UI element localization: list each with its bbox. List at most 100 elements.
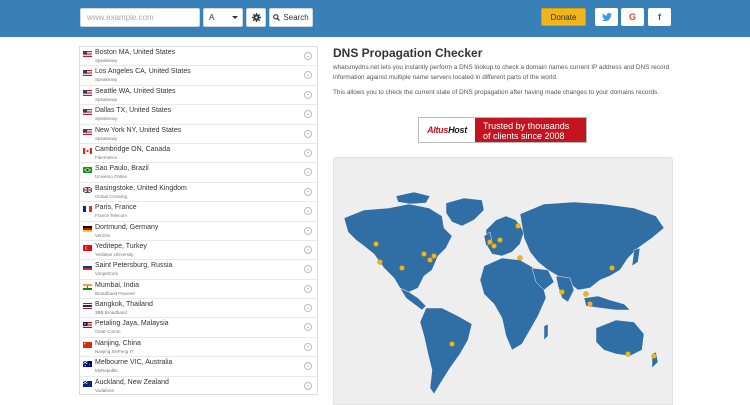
status-pending-icon	[304, 207, 312, 216]
status-pending-icon	[304, 342, 312, 351]
server-row[interactable]: New York NY, United States Speakeasy	[80, 125, 317, 144]
server-row[interactable]: Dallas TX, United States Speakeasy	[80, 105, 317, 125]
world-map	[333, 157, 673, 405]
status-pending-icon	[304, 187, 312, 196]
server-row[interactable]: Boston MA, United States Speakeasy	[80, 47, 317, 67]
marker-auckland	[651, 353, 657, 359]
facebook-share-button[interactable]: f	[648, 8, 671, 26]
world-map-graphic	[343, 191, 665, 395]
server-provider: Clear-Comm	[95, 329, 121, 335]
domain-search-input[interactable]: www.example.com	[80, 8, 200, 27]
fr-flag-icon	[83, 206, 92, 213]
marker-sao-paulo	[449, 341, 455, 347]
ad-message: Trusted by thousands of clients since 20…	[475, 118, 586, 142]
google-share-button[interactable]: G	[621, 8, 644, 26]
server-provider: Global Crossing	[95, 193, 128, 199]
settings-button[interactable]	[246, 8, 266, 27]
search-button[interactable]: Search	[269, 8, 313, 27]
marker-nanjing	[609, 265, 615, 271]
server-row[interactable]: Auckland, New Zealand Vodafone	[80, 377, 317, 394]
marker-dortmund	[497, 237, 503, 243]
status-pending-icon	[304, 362, 312, 371]
marker-cambridge	[421, 251, 427, 257]
greenland-shape	[445, 197, 485, 227]
server-location: New York NY, United States	[95, 126, 182, 134]
server-location: Melbourne VIC, Australia	[95, 359, 173, 367]
server-location: Bangkok, Thailand	[95, 301, 153, 309]
cn-flag-icon	[83, 341, 92, 348]
server-row[interactable]: Yeditepe, Turkey Yeditepe University	[80, 241, 317, 261]
chevron-down-icon	[232, 16, 238, 19]
server-row[interactable]: Seattle WA, United States Speakeasy	[80, 86, 317, 106]
server-provider: Speakeasy	[95, 116, 118, 122]
twitter-share-button[interactable]	[595, 8, 618, 26]
madagascar-shape	[543, 323, 549, 341]
server-row[interactable]: Paris, France France Telecom	[80, 202, 317, 222]
marker-paris	[491, 243, 497, 249]
donate-button[interactable]: Donate	[541, 8, 586, 26]
server-location: Basingstoke, United Kingdom	[95, 184, 187, 192]
marker-bangkok	[583, 291, 589, 297]
page-title: DNS Propagation Checker	[333, 46, 483, 60]
status-pending-icon	[304, 90, 312, 99]
ad-line-2: of clients since 2008	[483, 131, 565, 141]
server-row[interactable]: Bangkok, Thailand 3BB Broadband	[80, 299, 317, 319]
status-pending-icon	[304, 71, 312, 80]
server-row[interactable]: Mumbai, India Broadband Pacenet	[80, 280, 317, 300]
australia-shape	[595, 319, 645, 357]
server-location: Los Angeles CA, United States	[95, 68, 191, 76]
server-row[interactable]: Cambridge ON, Canada Fibernetics	[80, 144, 317, 164]
south-america-shape	[419, 307, 473, 395]
status-pending-icon	[304, 52, 312, 60]
marker-saint-petersburg	[515, 223, 521, 229]
marker-mumbai	[559, 289, 565, 295]
marker-basingstoke	[487, 239, 493, 245]
server-row[interactable]: Nanjing, China Nanjing XinFeng IT	[80, 338, 317, 358]
server-row[interactable]: Saint Petersburg, Russia VimpelCom	[80, 260, 317, 280]
north-america-shape	[343, 203, 453, 293]
marker-petaling-jaya	[587, 301, 593, 307]
server-provider: Nanjing XinFeng IT	[95, 348, 134, 354]
server-location: Paris, France	[95, 204, 137, 212]
marker-boston	[431, 253, 437, 259]
server-location: Saint Petersburg, Russia	[95, 262, 173, 270]
us-flag-icon	[83, 70, 92, 77]
status-pending-icon	[304, 245, 312, 254]
ad-logo: Altus Host	[419, 118, 475, 142]
server-row[interactable]: Petaling Jaya, Malaysia Clear-Comm	[80, 318, 317, 338]
server-location: Dallas TX, United States	[95, 107, 172, 115]
server-row[interactable]: Sao Paulo, Brazil Universo Online	[80, 163, 317, 183]
server-provider: Universo Online	[95, 174, 128, 180]
server-row[interactable]: Basingstoke, United Kingdom Global Crossi…	[80, 183, 317, 203]
record-type-select[interactable]: A	[203, 8, 243, 27]
server-row[interactable]: Melbourne VIC, Australia MyRepublic	[80, 357, 317, 377]
google-icon: G	[628, 12, 636, 22]
server-provider: Broadband Pacenet	[95, 290, 135, 296]
status-pending-icon	[304, 304, 312, 313]
status-pending-icon	[304, 323, 312, 332]
server-provider: MyRepublic	[95, 368, 119, 374]
top-bar: www.example.com A Search Donate G f	[0, 0, 750, 37]
ad-line-1: Trusted by thousands	[483, 121, 570, 131]
us-flag-icon	[83, 128, 92, 135]
server-row[interactable]: Dortmund, Germany Verizon	[80, 222, 317, 241]
server-location: Sao Paulo, Brazil	[95, 165, 149, 173]
record-type-value: A	[209, 13, 215, 22]
search-icon	[273, 14, 281, 21]
marker-new-york	[427, 257, 433, 263]
europe-shape	[485, 215, 525, 257]
marker-melbourne	[625, 351, 631, 357]
server-location: Dortmund, Germany	[95, 223, 159, 231]
advertisement-banner[interactable]: Altus Host Trusted by thousands of client…	[418, 117, 587, 143]
server-row[interactable]: Los Angeles CA, United States Speakeasy	[80, 66, 317, 86]
status-pending-icon	[304, 381, 312, 390]
marker-los-angeles	[377, 259, 383, 265]
marker-dallas	[399, 265, 405, 271]
server-provider: Yeditepe University	[95, 251, 134, 257]
status-pending-icon	[304, 168, 312, 177]
ad-logo-text-b: Host	[448, 125, 467, 135]
ca-flag-icon	[83, 147, 92, 154]
central-america-shape	[399, 287, 427, 311]
server-provider: 3BB Broadband	[95, 310, 127, 316]
status-pending-icon	[304, 265, 312, 274]
